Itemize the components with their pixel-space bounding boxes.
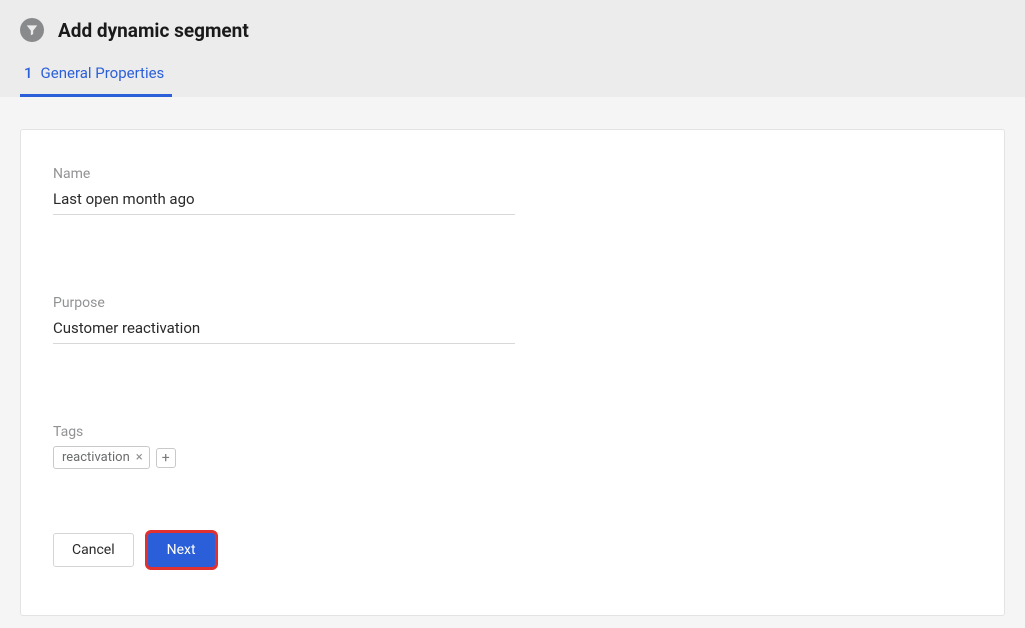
cancel-button[interactable]: Cancel: [53, 533, 134, 567]
name-input[interactable]: [53, 188, 515, 215]
tags-row: reactivation × +: [53, 446, 972, 469]
tags-field-block: Tags reactivation × +: [53, 424, 972, 469]
purpose-label: Purpose: [53, 295, 972, 311]
actions-row: Cancel Next: [53, 533, 972, 567]
title-row: Add dynamic segment: [0, 0, 1025, 52]
funnel-icon: [20, 18, 44, 42]
name-field-block: Name: [53, 166, 972, 215]
name-label: Name: [53, 166, 972, 182]
tab-general-properties[interactable]: 1 General Properties: [20, 52, 172, 97]
content-wrap: Name Purpose Tags reactivation × + Cance…: [0, 97, 1025, 628]
purpose-field-block: Purpose: [53, 295, 972, 344]
tabs-row: 1 General Properties: [0, 52, 1025, 97]
tab-label: General Properties: [41, 64, 165, 82]
header-area: Add dynamic segment 1 General Properties: [0, 0, 1025, 97]
page-title: Add dynamic segment: [58, 19, 249, 42]
tag-remove-icon[interactable]: ×: [136, 451, 143, 464]
purpose-input[interactable]: [53, 317, 515, 344]
tag-add-button[interactable]: +: [156, 448, 176, 468]
tags-label: Tags: [53, 424, 972, 440]
tag-text: reactivation: [62, 450, 130, 465]
tab-number: 1: [24, 64, 33, 82]
next-button[interactable]: Next: [148, 533, 215, 567]
tag-chip-reactivation[interactable]: reactivation ×: [53, 446, 150, 469]
form-card: Name Purpose Tags reactivation × + Cance…: [20, 129, 1005, 616]
